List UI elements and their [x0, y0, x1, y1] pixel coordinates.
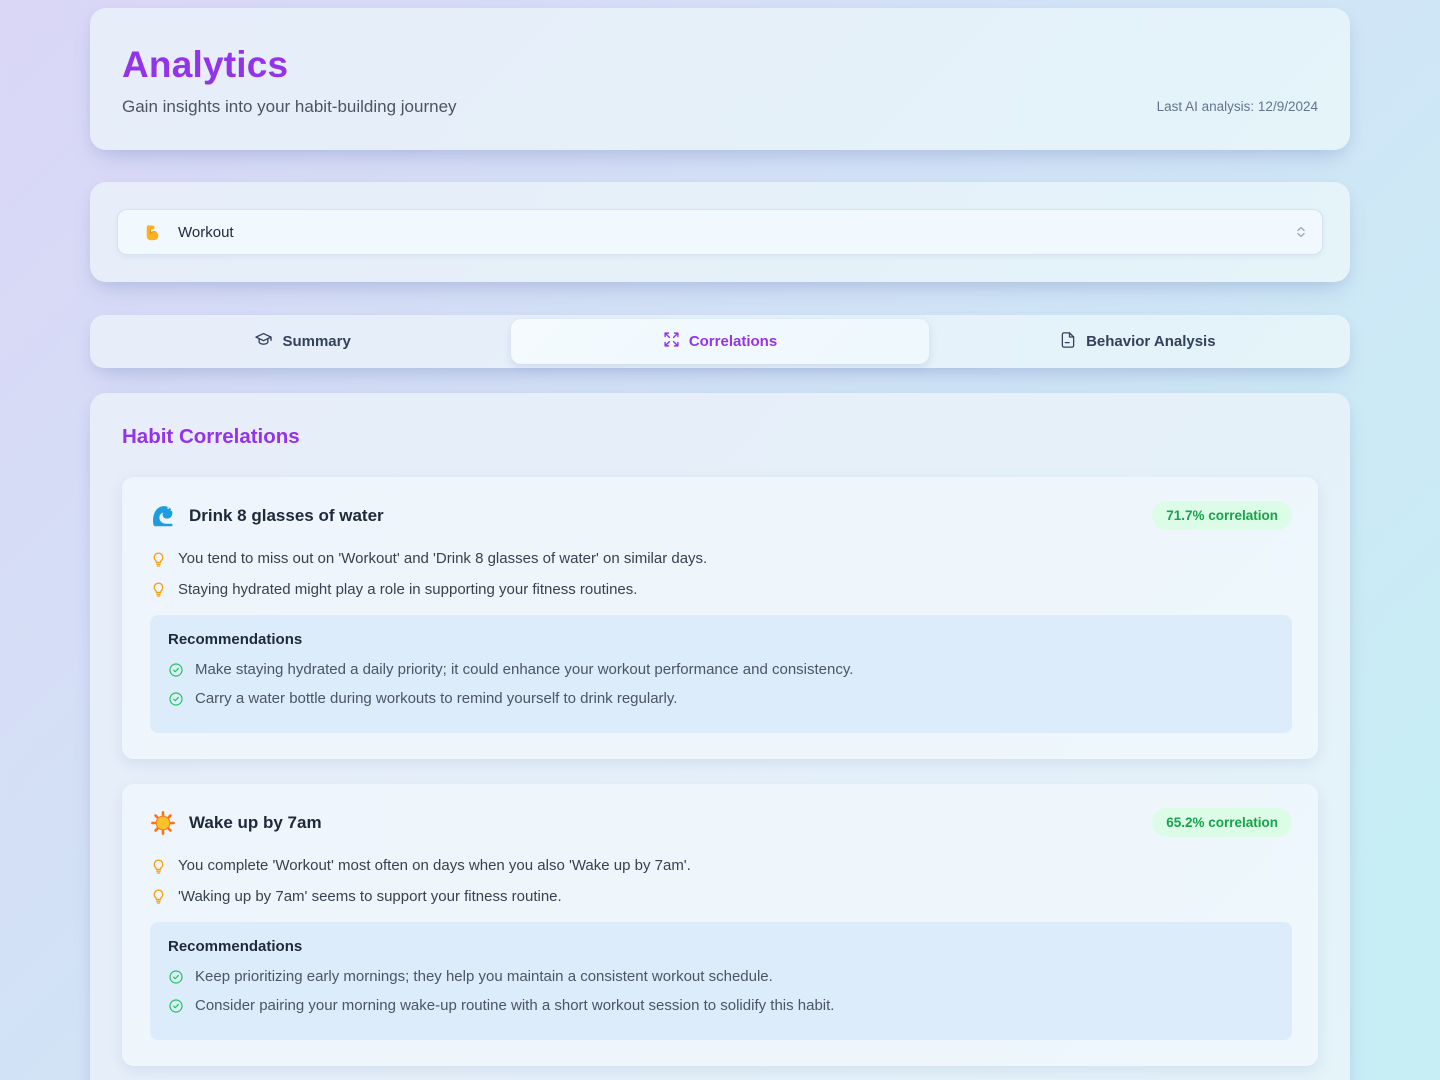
recommendations-box: Recommendations Make staying hydrated a … — [150, 615, 1292, 733]
recommendation-item: Carry a water bottle during workouts to … — [168, 690, 1274, 707]
recommendation-text: Keep prioritizing early mornings; they h… — [195, 968, 773, 985]
recommendation-item: Keep prioritizing early mornings; they h… — [168, 968, 1274, 985]
tab-label: Correlations — [688, 333, 778, 350]
correlation-badge: 65.2% correlation — [1152, 808, 1292, 837]
insight-text: 'Waking up by 7am' seems to support your… — [178, 887, 562, 905]
habit-selector-card: Workout — [90, 182, 1350, 282]
tab-correlations[interactable]: Correlations — [511, 319, 929, 364]
water-wave-icon — [150, 503, 176, 529]
correlation-badge: 71.7% correlation — [1152, 501, 1292, 530]
section-title: Habit Correlations — [122, 425, 300, 448]
habit-select-value: Workout — [178, 223, 234, 241]
insights-list: You tend to miss out on 'Workout' and 'D… — [150, 550, 1292, 598]
analytics-page: Analytics Gain insights into your habit-… — [90, 0, 1350, 1080]
insight-text: You tend to miss out on 'Workout' and 'D… — [178, 550, 708, 567]
page-subtitle: Gain insights into your habit-building j… — [122, 97, 457, 116]
recommendation-text: Carry a water bottle during workouts to … — [195, 690, 678, 707]
insight-text: Staying hydrated might play a role in su… — [178, 580, 638, 598]
lightbulb-icon — [153, 858, 164, 874]
check-circle-icon — [169, 999, 183, 1013]
insights-list: You complete 'Workout' most often on day… — [150, 857, 1292, 905]
insight-item: You tend to miss out on 'Workout' and 'D… — [150, 550, 1292, 568]
sun-icon — [150, 810, 176, 836]
lightbulb-icon — [153, 551, 164, 567]
recommendation-item: Make staying hydrated a daily priority; … — [168, 661, 1274, 678]
expand-arrows-icon — [663, 331, 680, 352]
check-circle-icon — [169, 692, 183, 706]
lightbulb-icon — [153, 889, 164, 904]
correlation-title: Wake up by 7am — [189, 812, 322, 832]
correlation-title: Drink 8 glasses of water — [189, 505, 384, 525]
recommendations-box: Recommendations Keep prioritizing early … — [150, 922, 1292, 1040]
habit-select[interactable]: Workout — [117, 209, 1323, 255]
recommendation-text: Make staying hydrated a daily priority; … — [195, 661, 854, 678]
analytics-tab-bar: Summary Correlations Behavior Analysis — [90, 315, 1350, 368]
insight-item: You complete 'Workout' most often on day… — [150, 857, 1292, 875]
tab-summary[interactable]: Summary — [94, 319, 511, 364]
last-analysis-timestamp: Last AI analysis: 12/9/2024 — [1156, 99, 1318, 114]
correlation-card-water: Drink 8 glasses of water 71.7% correlati… — [122, 477, 1318, 759]
select-chevrons-icon — [1294, 225, 1308, 239]
tab-behavior-analysis[interactable]: Behavior Analysis — [929, 319, 1346, 364]
correlation-card-header: Drink 8 glasses of water 71.7% correlati… — [150, 501, 1292, 530]
recommendations-title: Recommendations — [168, 938, 303, 955]
tab-label: Summary — [282, 333, 351, 350]
lightbulb-icon — [153, 582, 164, 597]
insight-item: 'Waking up by 7am' seems to support your… — [150, 888, 1292, 906]
graduation-cap-icon — [254, 330, 273, 353]
correlation-card-wakeup: Wake up by 7am 65.2% correlation You com… — [122, 784, 1318, 1066]
page-header-card: Analytics Gain insights into your habit-… — [90, 8, 1350, 150]
tab-label: Behavior Analysis — [1086, 333, 1216, 350]
check-circle-icon — [169, 970, 183, 984]
page-title: Analytics — [122, 44, 289, 85]
flexed-biceps-icon — [140, 219, 166, 245]
insight-item: Staying hydrated might play a role in su… — [150, 581, 1292, 599]
recommendations-title: Recommendations — [168, 631, 303, 648]
check-circle-icon — [169, 663, 183, 677]
recommendation-item: Consider pairing your morning wake-up ro… — [168, 997, 1274, 1014]
insight-text: You complete 'Workout' most often on day… — [178, 857, 691, 874]
document-icon — [1059, 331, 1077, 353]
recommendation-text: Consider pairing your morning wake-up ro… — [195, 997, 835, 1014]
habit-correlations-card: Habit Correlations Drink 8 glasses of wa… — [90, 393, 1350, 1080]
correlation-card-header: Wake up by 7am 65.2% correlation — [150, 808, 1292, 837]
